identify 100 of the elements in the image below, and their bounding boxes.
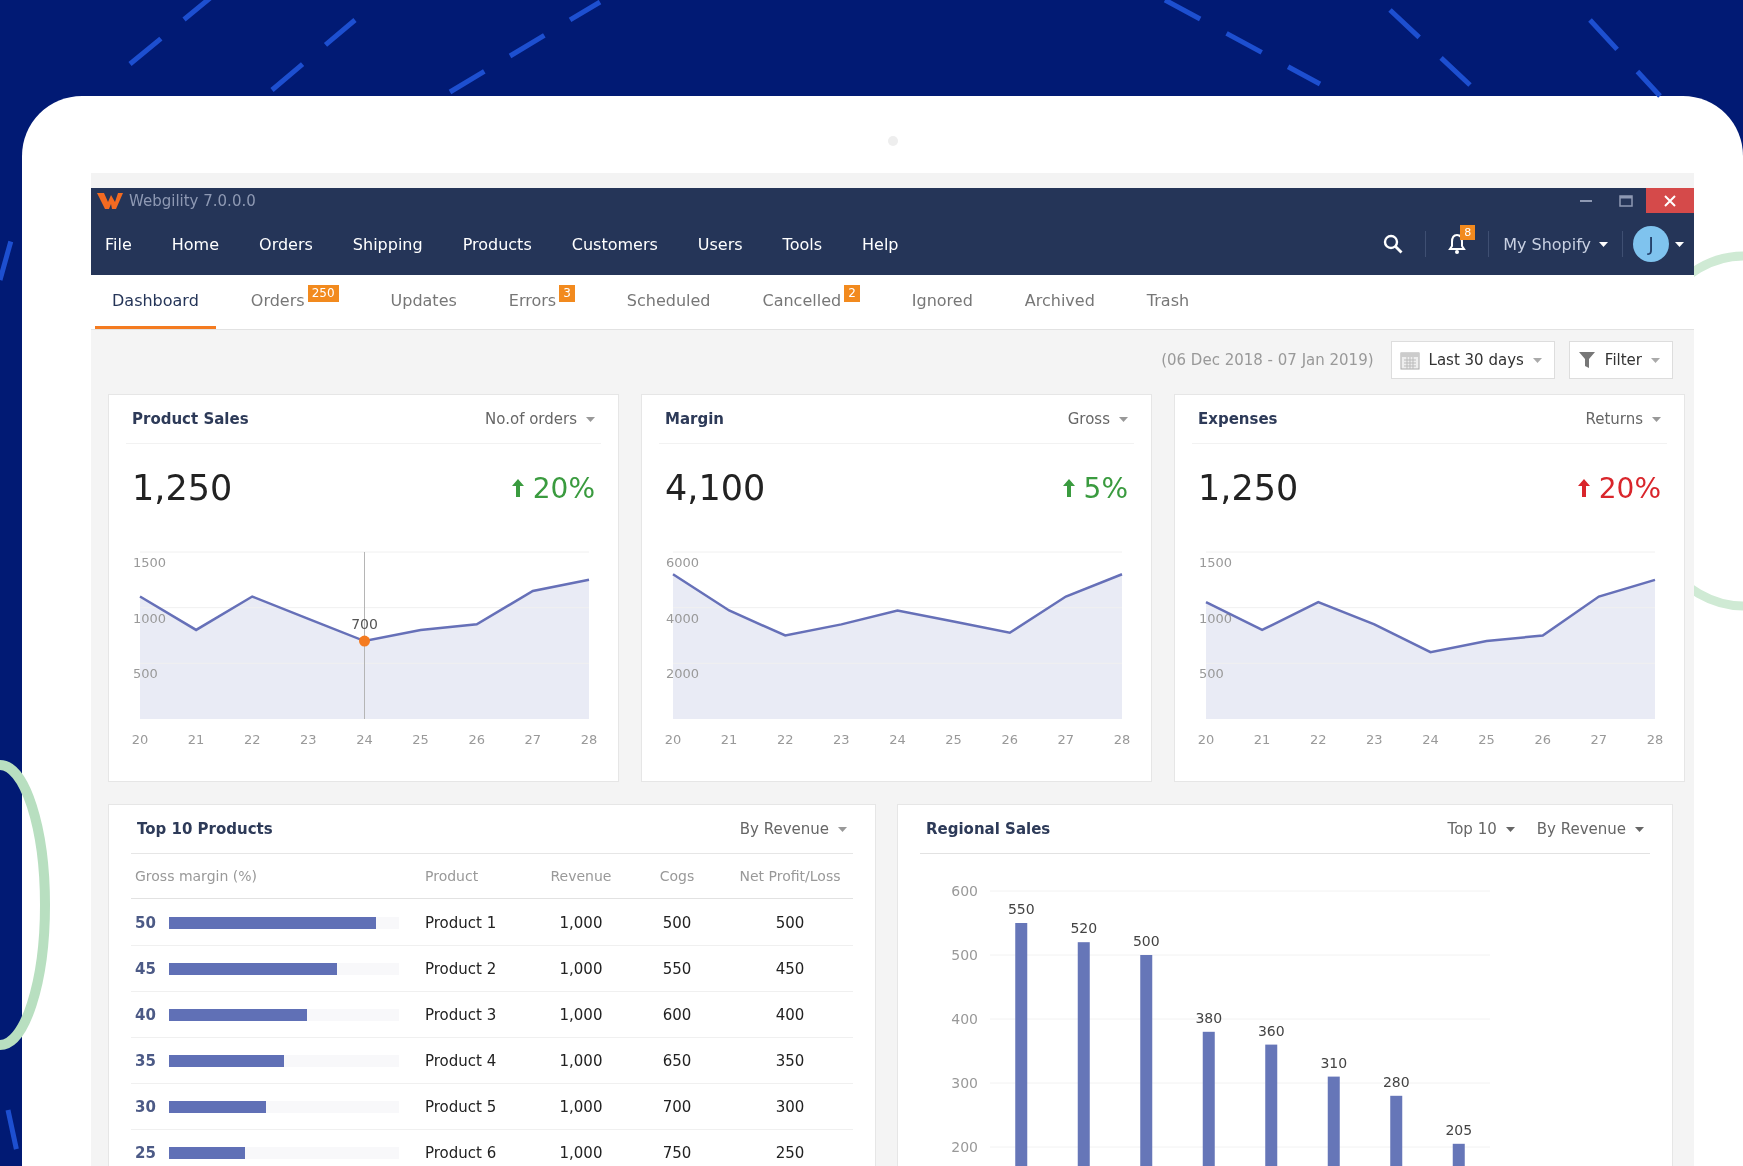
table-cell-text: 750 <box>661 1143 693 1162</box>
menu-item[interactable]: Shipping <box>342 234 443 254</box>
card-title: Expenses <box>1198 410 1278 428</box>
table-cell-text: 1,000 <box>558 1143 604 1162</box>
axis-label: 20 <box>1197 732 1215 747</box>
table-cell-text: Product 4 <box>425 1051 498 1070</box>
axis-label: 28 <box>1646 732 1664 747</box>
dropdown[interactable]: By Revenue <box>1536 820 1644 838</box>
axis-label: 1500 <box>133 555 167 570</box>
tab[interactable]: Cancelled 2 <box>745 275 877 329</box>
menu-item[interactable]: Products <box>452 234 552 254</box>
axis-label: 27 <box>524 732 542 747</box>
dropdown[interactable]: Gross <box>1067 410 1128 428</box>
table-cell-text: 700 <box>661 1097 693 1116</box>
close-button[interactable] <box>1646 188 1694 213</box>
card-title: Margin <box>665 410 724 428</box>
tab[interactable]: Orders 250 <box>233 275 356 329</box>
table-cell-text: 350 <box>774 1051 806 1070</box>
filter-button[interactable]: Filter <box>1568 341 1673 379</box>
metric-value: 1,250 <box>1198 468 1299 508</box>
table-cell-text: 300 <box>774 1097 806 1116</box>
account-button[interactable]: J <box>1633 226 1684 262</box>
tab[interactable]: Updates <box>373 275 474 329</box>
margin-value: 40 <box>135 1005 157 1024</box>
table-cell-text: 500 <box>774 913 806 932</box>
caret-icon <box>1119 416 1128 422</box>
tab[interactable]: Errors 3 <box>491 275 592 329</box>
axis-label: 24 <box>356 732 373 747</box>
menu-item[interactable]: Users <box>687 234 763 254</box>
search-icon <box>1383 234 1404 254</box>
tab[interactable]: Trash <box>1129 275 1207 329</box>
column-header: Net Profit/Loss <box>738 868 842 884</box>
table-cell-text: 1,000 <box>558 1097 604 1116</box>
axis-label: 600 <box>951 883 978 899</box>
axis-label: 24 <box>889 732 906 747</box>
data-label: 205 <box>1445 1121 1473 1138</box>
data-label: 380 <box>1195 1009 1223 1026</box>
arrow-icon <box>510 478 525 498</box>
axis-label: 1000 <box>1199 610 1233 626</box>
card-title: Product Sales <box>132 410 249 428</box>
table-cell-text: 500 <box>661 913 693 932</box>
axis-label: 400 <box>951 1011 978 1027</box>
axis-label: 27 <box>1590 732 1608 747</box>
tab[interactable]: Ignored <box>894 275 990 329</box>
margin-value: 45 <box>135 959 157 978</box>
menu-item[interactable]: Help <box>852 234 919 254</box>
dropdown[interactable]: No.of orders <box>485 410 595 428</box>
table-cell-text: Product 5 <box>425 1097 498 1116</box>
arrow-icon <box>1576 478 1591 498</box>
table-cell-text: Product 6 <box>425 1143 498 1162</box>
axis-label: 22 <box>244 732 261 747</box>
data-label: 280 <box>1382 1073 1410 1090</box>
bell-icon <box>1448 233 1467 255</box>
axis-label: 27 <box>1057 732 1075 747</box>
axis-label: 6000 <box>666 555 700 570</box>
tab[interactable]: Scheduled <box>609 275 728 329</box>
axis-label: 22 <box>1310 732 1327 747</box>
menu-item[interactable]: Customers <box>561 234 678 254</box>
axis-label: 23 <box>1366 732 1383 747</box>
axis-label: 25 <box>945 732 962 747</box>
axis-label: 21 <box>720 732 738 747</box>
table-cell-text: 400 <box>774 1005 806 1024</box>
axis-label: 21 <box>1253 732 1271 747</box>
table-cell-text: 650 <box>661 1051 693 1070</box>
data-label: 500 <box>1132 933 1160 949</box>
maximize-icon <box>1619 194 1633 207</box>
column-header: Product <box>425 868 480 884</box>
date-range: (06 Dec 2018 - 07 Jan 2019) <box>1161 351 1374 369</box>
margin-value: 25 <box>135 1143 157 1162</box>
store-dropdown[interactable]: My Shopify <box>1499 234 1612 254</box>
count-badge: 2 <box>844 285 860 302</box>
dropdown[interactable]: Top 10 <box>1447 820 1515 838</box>
table-cell-text: 450 <box>774 959 806 978</box>
caret-icon <box>1532 357 1542 363</box>
axis-label: 4000 <box>666 610 700 626</box>
caret-icon <box>1505 826 1515 832</box>
count-badge: 250 <box>307 285 339 302</box>
axis-label: 26 <box>468 732 485 747</box>
panel-title: Regional Sales <box>926 820 1051 838</box>
caret-icon <box>1599 241 1608 247</box>
dropdown[interactable]: Returns <box>1585 410 1661 428</box>
caret-icon <box>838 826 847 832</box>
caret-icon <box>1651 357 1660 363</box>
table-cell-text: 600 <box>661 1005 693 1024</box>
axis-label: 1500 <box>1199 555 1233 570</box>
menu-item[interactable]: Home <box>161 234 240 254</box>
tab[interactable]: Archived <box>1007 275 1112 329</box>
panel-title: Top 10 Products <box>137 820 273 838</box>
table-cell-text: 250 <box>774 1143 806 1162</box>
menu-item[interactable]: Orders <box>249 234 333 254</box>
axis-label: 26 <box>1534 732 1551 747</box>
count-badge: 3 <box>559 285 575 302</box>
dropdown[interactable]: By Revenue <box>739 820 847 838</box>
filter-icon <box>1577 351 1596 369</box>
tab[interactable]: Dashboard <box>95 275 216 329</box>
menu-item[interactable]: File <box>95 234 152 254</box>
date-range-dropdown[interactable]: Last 30 days <box>1390 341 1555 379</box>
menu-item[interactable]: Tools <box>772 234 843 254</box>
data-label: 360 <box>1257 1022 1285 1039</box>
margin-value: 50 <box>135 913 157 932</box>
